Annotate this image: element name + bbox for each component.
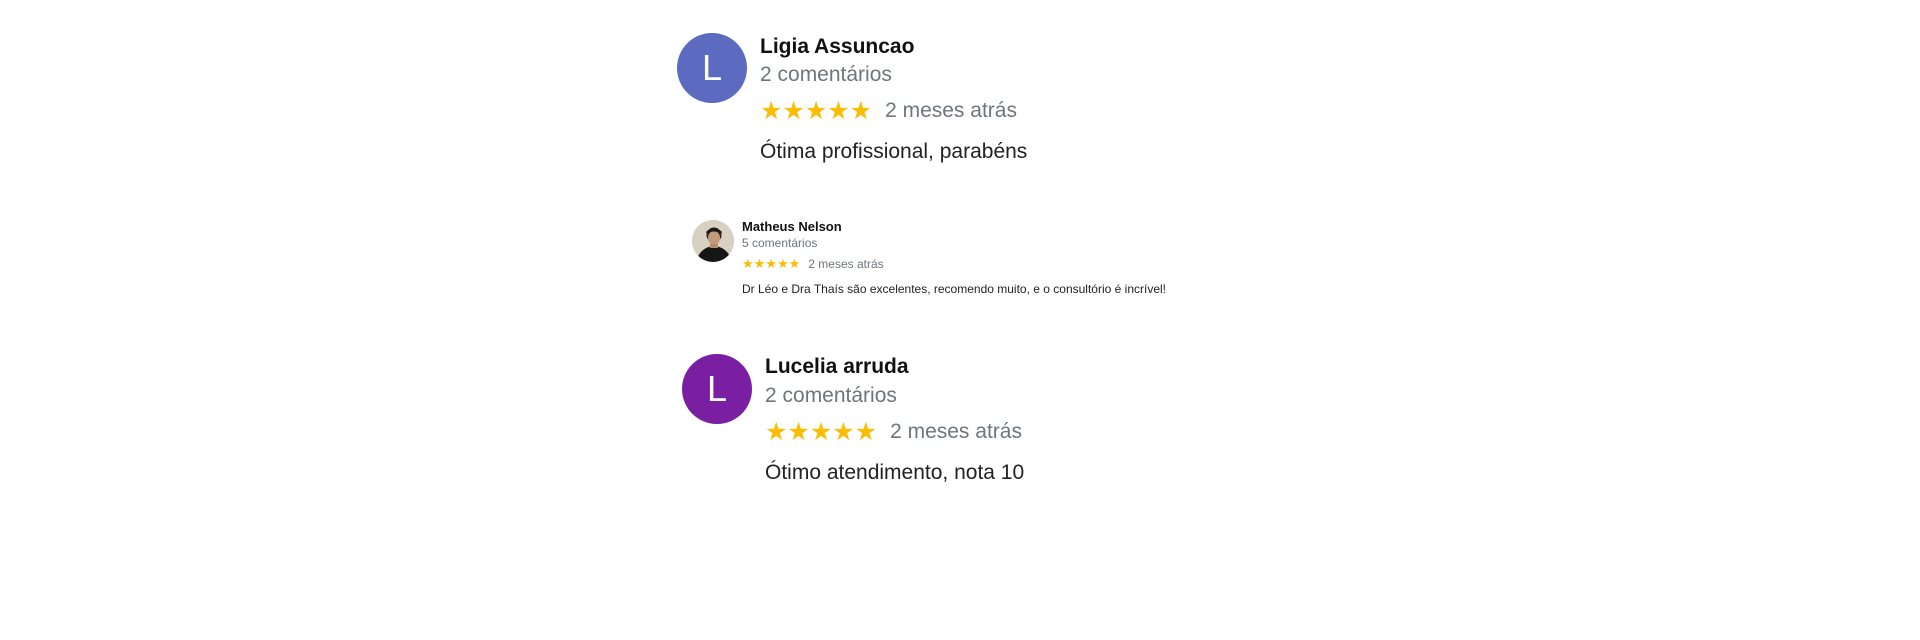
review-text: Dr Léo e Dra Thaís são excelentes, recom…: [742, 282, 1166, 296]
review-text: Ótima profissional, parabéns: [760, 140, 1028, 163]
avatar[interactable]: L: [682, 354, 752, 424]
star-rating-icon: ★★★★★: [765, 418, 878, 446]
review-body: Ligia Assuncao 2 comentários ★★★★★ 2 mes…: [760, 33, 1027, 165]
reviewer-name[interactable]: Matheus Nelson: [742, 218, 1166, 236]
review-date: 2 meses atrás: [808, 257, 884, 271]
reviewer-comment-count: 2 comentários: [760, 63, 892, 86]
review-date: 2 meses atrás: [890, 420, 1022, 443]
rating-row: ★★★★★ 2 meses atrás: [765, 418, 1024, 446]
review-card: L Lucelia arruda 2 comentários ★★★★★ 2 m…: [682, 353, 1102, 503]
review-body: Lucelia arruda 2 comentários ★★★★★ 2 mes…: [765, 353, 1024, 486]
rating-row: ★★★★★ 2 meses atrás: [742, 256, 1166, 272]
reviewer-name[interactable]: Lucelia arruda: [765, 353, 1024, 381]
review-body: Matheus Nelson 5 comentários ★★★★★ 2 mes…: [742, 218, 1166, 296]
rating-row: ★★★★★ 2 meses atrás: [760, 97, 1027, 125]
review-card: Matheus Nelson 5 comentários ★★★★★ 2 mes…: [692, 218, 1252, 308]
review-card: L Ligia Assuncao 2 comentários ★★★★★ 2 m…: [677, 33, 1097, 183]
reviews-page: L Ligia Assuncao 2 comentários ★★★★★ 2 m…: [0, 0, 1920, 640]
person-photo-icon: [692, 220, 734, 262]
reviewer-name[interactable]: Ligia Assuncao: [760, 33, 1027, 61]
reviewer-comment-count: 5 comentários: [742, 236, 818, 250]
avatar[interactable]: L: [677, 33, 747, 103]
reviewer-comment-count: 2 comentários: [765, 384, 897, 407]
star-rating-icon: ★★★★★: [742, 256, 801, 271]
star-rating-icon: ★★★★★: [760, 97, 873, 125]
review-date: 2 meses atrás: [885, 99, 1017, 122]
avatar[interactable]: [692, 220, 734, 262]
review-text: Ótimo atendimento, nota 10: [765, 461, 1025, 484]
